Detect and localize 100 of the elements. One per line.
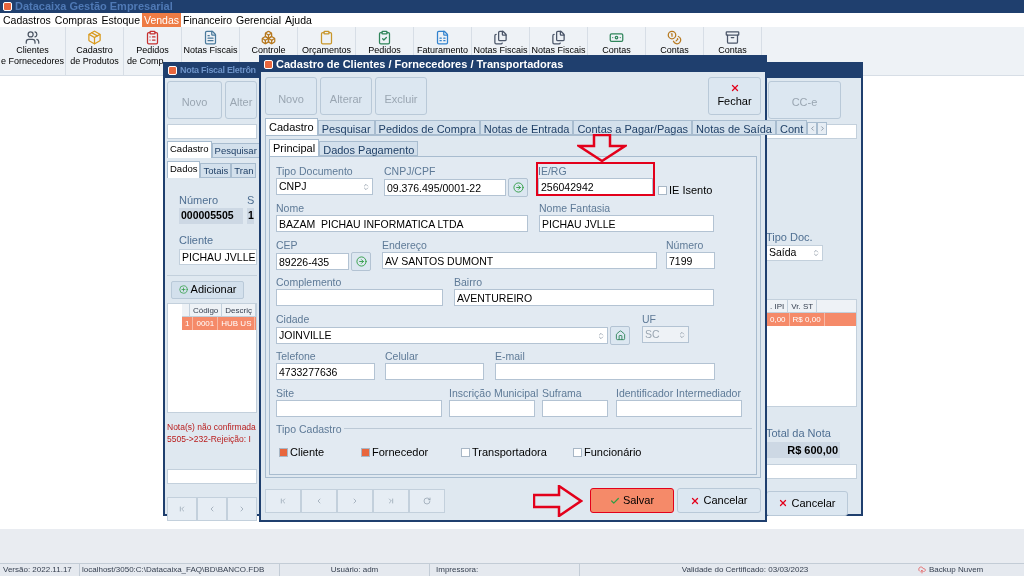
app-logo-icon <box>264 60 273 69</box>
table-cell: R$ 0,00 <box>789 313 825 326</box>
input-field[interactable] <box>616 400 742 417</box>
navigation-button[interactable] <box>373 488 409 513</box>
tab[interactable]: Notas de Saída <box>692 120 776 135</box>
lookup-button[interactable] <box>610 326 630 345</box>
tab[interactable]: Cadastro <box>167 140 212 158</box>
tab[interactable]: Pesquisar <box>317 120 375 135</box>
field-label: Celular <box>385 350 420 363</box>
menu-item[interactable]: Cadastros <box>1 13 53 27</box>
add-button[interactable]: Adicionar <box>171 280 244 299</box>
menu-item[interactable]: Gerencial <box>234 13 284 27</box>
input-field[interactable]: AV SANTOS DUMONT <box>382 252 657 269</box>
lookup-button[interactable] <box>508 178 528 197</box>
close-button[interactable]: Fechar <box>708 77 761 115</box>
checkbox[interactable] <box>361 447 370 457</box>
first-icon <box>178 504 186 513</box>
plus-icon <box>178 285 188 294</box>
navigation-button[interactable] <box>301 488 337 513</box>
status-text: Impressora: <box>430 564 580 576</box>
status-text: localhost/3050:C:\Datacaixa_FAQ\BD\BANCO.FDB <box>80 564 280 576</box>
input-field[interactable] <box>167 123 257 139</box>
field-label: Nome Fantasia <box>539 202 612 215</box>
tab-scroll-button[interactable] <box>817 122 828 135</box>
dropdown-field[interactable]: JOINVILLE <box>276 327 608 344</box>
input-field[interactable]: BAZAM PICHAU INFORMATICA LTDA <box>276 215 528 232</box>
dropdown-field[interactable]: CNPJ <box>276 178 373 195</box>
input-field[interactable]: PICHAU JVLLE <box>539 215 714 232</box>
field-label: UF <box>642 313 657 326</box>
navigation-button[interactable] <box>265 488 301 513</box>
tab[interactable]: Tran <box>231 162 257 178</box>
boxes-icon <box>261 30 276 45</box>
cancel-button[interactable]: Cancelar <box>677 488 761 513</box>
input-field[interactable] <box>385 363 484 380</box>
number-field: 000005505 <box>179 208 243 224</box>
input-field[interactable]: 4733277636 <box>276 363 375 380</box>
input-field[interactable] <box>766 463 857 479</box>
input-field[interactable]: 09.376.495/0001-22 <box>384 179 506 196</box>
menu-item[interactable]: Financeiro <box>181 13 235 27</box>
annotation-arrow <box>533 485 583 517</box>
clipboard-check-icon <box>377 30 392 45</box>
error-message: 5505->232-Rejeição: I <box>167 432 252 445</box>
table-cell: 1 <box>182 316 194 330</box>
input-field[interactable]: AVENTUREIRO <box>454 289 714 306</box>
input-field[interactable] <box>276 289 443 306</box>
input-field[interactable]: 7199 <box>666 252 715 269</box>
field-label: Bairro <box>454 276 483 289</box>
dropdown-field[interactable]: Saída <box>766 245 823 261</box>
document-icon <box>435 30 450 45</box>
checkbox-label: Fornecedor <box>372 445 429 460</box>
tab[interactable]: Dados Pagamento <box>319 141 419 156</box>
input-field[interactable] <box>449 400 535 417</box>
navigation-button[interactable] <box>197 496 227 521</box>
lookup-button[interactable] <box>351 252 371 271</box>
error-message: Nota(s) não confirmada <box>167 420 257 433</box>
app-logo-icon <box>3 2 12 11</box>
field-label: IE/RG <box>538 165 568 178</box>
menu-item[interactable]: Estoque <box>99 13 142 27</box>
cancel-button[interactable]: Cancelar <box>766 490 848 516</box>
field-label: Número <box>666 239 705 252</box>
navigation-button[interactable] <box>227 496 257 521</box>
tab[interactable]: Cont <box>775 120 808 135</box>
series-field: 1 <box>247 208 255 224</box>
input-field[interactable] <box>167 468 257 484</box>
checkbox[interactable] <box>658 186 667 195</box>
tab-scroll-button[interactable] <box>807 122 818 135</box>
input-field[interactable]: PICHAU JVLLE <box>179 248 257 265</box>
menu-item[interactable]: Ajuda <box>283 13 314 27</box>
navigation-button[interactable] <box>337 488 373 513</box>
status-text: Backup Nuvem <box>929 564 984 576</box>
save-button[interactable]: Salvar <box>590 488 674 513</box>
checkbox-label: Cliente <box>290 445 325 460</box>
input-field[interactable]: 256042942 <box>538 178 653 195</box>
tab[interactable]: Totais <box>200 162 232 178</box>
arrow-circle-icon <box>355 256 367 267</box>
tab[interactable]: Pedidos de Compra <box>374 120 480 135</box>
tab[interactable]: Pesquisar <box>211 142 260 158</box>
tab[interactable]: Dados <box>167 160 201 178</box>
status-text: Versão: 2022.11.17 <box>0 564 80 576</box>
navigation-button[interactable] <box>167 496 197 521</box>
input-field[interactable] <box>542 400 608 417</box>
input-field[interactable] <box>276 400 442 417</box>
menu-item[interactable]: Compras <box>52 13 100 27</box>
checkbox[interactable] <box>461 447 470 457</box>
navigation-button[interactable] <box>409 488 445 513</box>
field-label: Identificador Intermediador <box>616 387 742 400</box>
tab[interactable]: Cadastro <box>265 118 318 135</box>
tab[interactable]: Contas a Pagar/Pagas <box>573 120 693 135</box>
next-icon <box>351 496 359 505</box>
input-field[interactable]: 89226-435 <box>276 253 349 270</box>
close-icon <box>690 495 701 506</box>
checkbox[interactable] <box>279 447 288 457</box>
tab[interactable]: Principal <box>269 139 320 156</box>
house-icon <box>614 330 626 341</box>
last-icon <box>387 496 395 505</box>
field-label: Suframa <box>542 387 583 400</box>
window-title: Datacaixa Gestão Empresarial <box>15 0 173 13</box>
checkbox[interactable] <box>573 447 582 457</box>
input-field[interactable] <box>495 363 715 380</box>
tab[interactable]: Notas de Entrada <box>479 120 574 135</box>
